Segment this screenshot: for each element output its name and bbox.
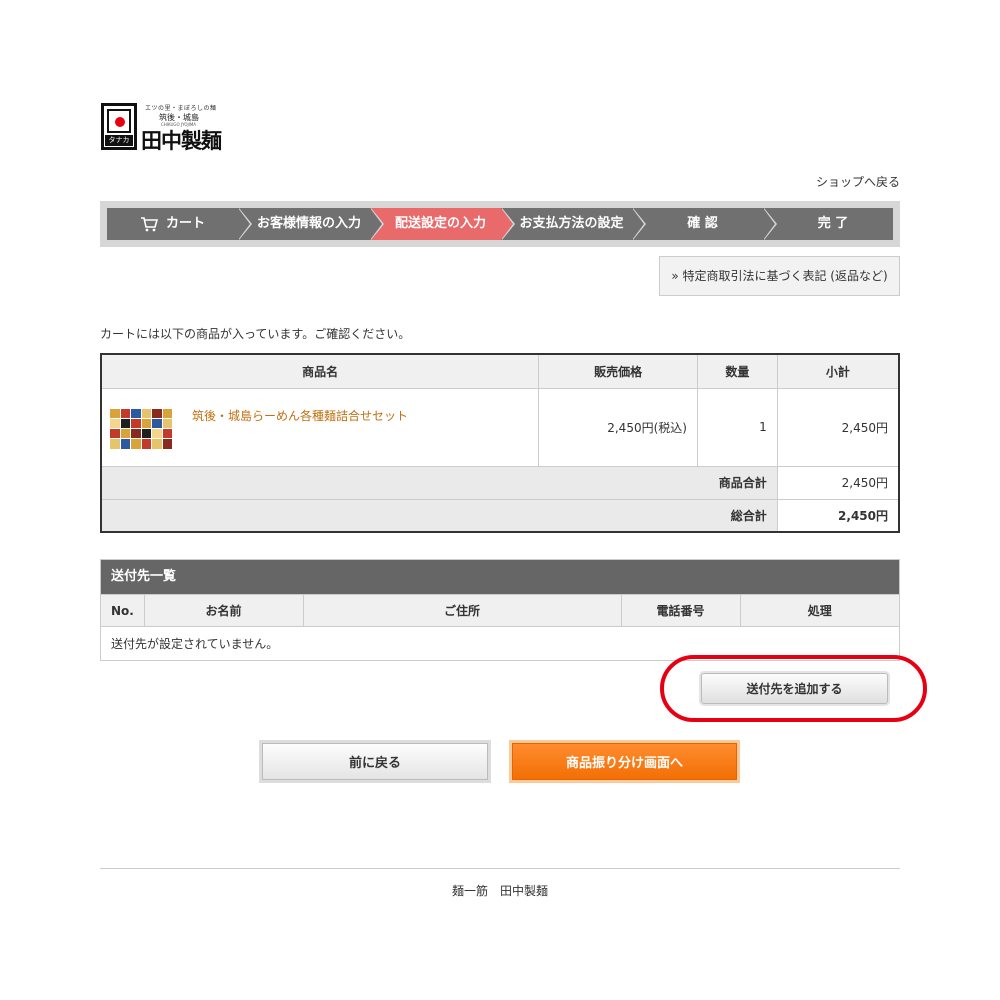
grand-total-value: 2,450円 [776, 498, 900, 533]
logo-mark-icon: タナカ [101, 103, 137, 150]
cart-icon [140, 216, 158, 231]
product-total-value: 2,450円 [776, 465, 900, 500]
col-name: お名前 [144, 594, 304, 627]
step-shipping: 配送設定の入力 [370, 208, 515, 240]
logo-kana: タナカ [105, 135, 133, 146]
product-name-link[interactable]: 筑後・城島らーめん各種麺詰合せセット [192, 407, 408, 424]
step-complete: 完 了 [763, 208, 893, 240]
step-cart: カート [107, 208, 252, 240]
col-subtotal: 小計 [776, 353, 900, 389]
step-label: 確 認 [687, 216, 718, 231]
footer-text: 麺一筋 田中製麺 [451, 884, 548, 898]
address-list-title: 送付先一覧 [101, 560, 899, 594]
col-action: 処理 [740, 594, 899, 627]
step-label: お客様情報の入力 [256, 216, 361, 231]
back-button[interactable]: 前に戻る [262, 743, 488, 780]
table-header-row: No. お名前 ご住所 電話番号 処理 [101, 594, 899, 627]
step-confirm: 確 認 [632, 208, 777, 240]
col-product-name: 商品名 [100, 353, 540, 389]
item-allocation-button[interactable]: 商品振り分け画面へ [512, 743, 737, 780]
logo-tagline: エツの里・まぼろしの麺 [145, 105, 217, 112]
address-table: No. お名前 ご住所 電話番号 処理 送付先が設定されていません。 [101, 594, 899, 660]
logo-name: 田中製麺 [141, 129, 222, 153]
product-total-row: 商品合計 2,450円 [100, 465, 900, 500]
table-header-row: 商品名 販売価格 数量 小計 [100, 353, 900, 389]
col-price: 販売価格 [538, 353, 698, 389]
product-cell: 筑後・城島らーめん各種麺詰合せセット [100, 387, 540, 467]
product-total-label: 商品合計 [100, 465, 778, 500]
step-label: 完 了 [817, 216, 849, 231]
step-label: お支払方法の設定 [519, 216, 624, 231]
back-to-shop-link[interactable]: ショップへ戻る [816, 173, 900, 190]
product-quantity: 1 [696, 387, 778, 467]
cart-intro-text: カートには以下の商品が入っています。ご確認ください。 [100, 327, 411, 341]
grand-total-row: 総合計 2,450円 [100, 498, 900, 533]
site-logo[interactable]: タナカ エツの里・まぼろしの麺 筑後・城島 CHIKUGO JYOJIMA 田中… [101, 103, 231, 153]
checkout-steps: カート お客様情報の入力 配送設定の入力 お支払方法の設定 確 認 完 了 [100, 201, 900, 247]
grand-total-label: 総合計 [100, 498, 778, 533]
col-no: No. [101, 594, 145, 627]
add-address-button[interactable]: 送付先を追加する [701, 673, 888, 704]
legal-notice-link[interactable]: » 特定商取引法に基づく表記 (返品など) [659, 256, 900, 296]
product-subtotal: 2,450円 [776, 387, 900, 467]
product-thumbnail[interactable] [110, 408, 172, 449]
address-list: 送付先一覧 No. お名前 ご住所 電話番号 処理 送付先が設定されていません。 [100, 559, 900, 661]
step-payment: お支払方法の設定 [501, 208, 646, 240]
col-address: ご住所 [303, 594, 622, 627]
step-customer-info: お客様情報の入力 [238, 208, 384, 240]
footer-divider [100, 868, 900, 869]
product-price: 2,450円(税込) [538, 387, 698, 467]
step-label: 配送設定の入力 [394, 216, 486, 231]
col-quantity: 数量 [696, 353, 778, 389]
cart-table: 商品名 販売価格 数量 小計 筑後・城島らーめん各種麺詰合せセット 2,450円… [100, 353, 900, 533]
table-row: 筑後・城島らーめん各種麺詰合せセット 2,450円(税込) 1 2,450円 [100, 387, 900, 467]
step-label: カート [165, 216, 205, 231]
col-phone: 電話番号 [621, 594, 741, 627]
